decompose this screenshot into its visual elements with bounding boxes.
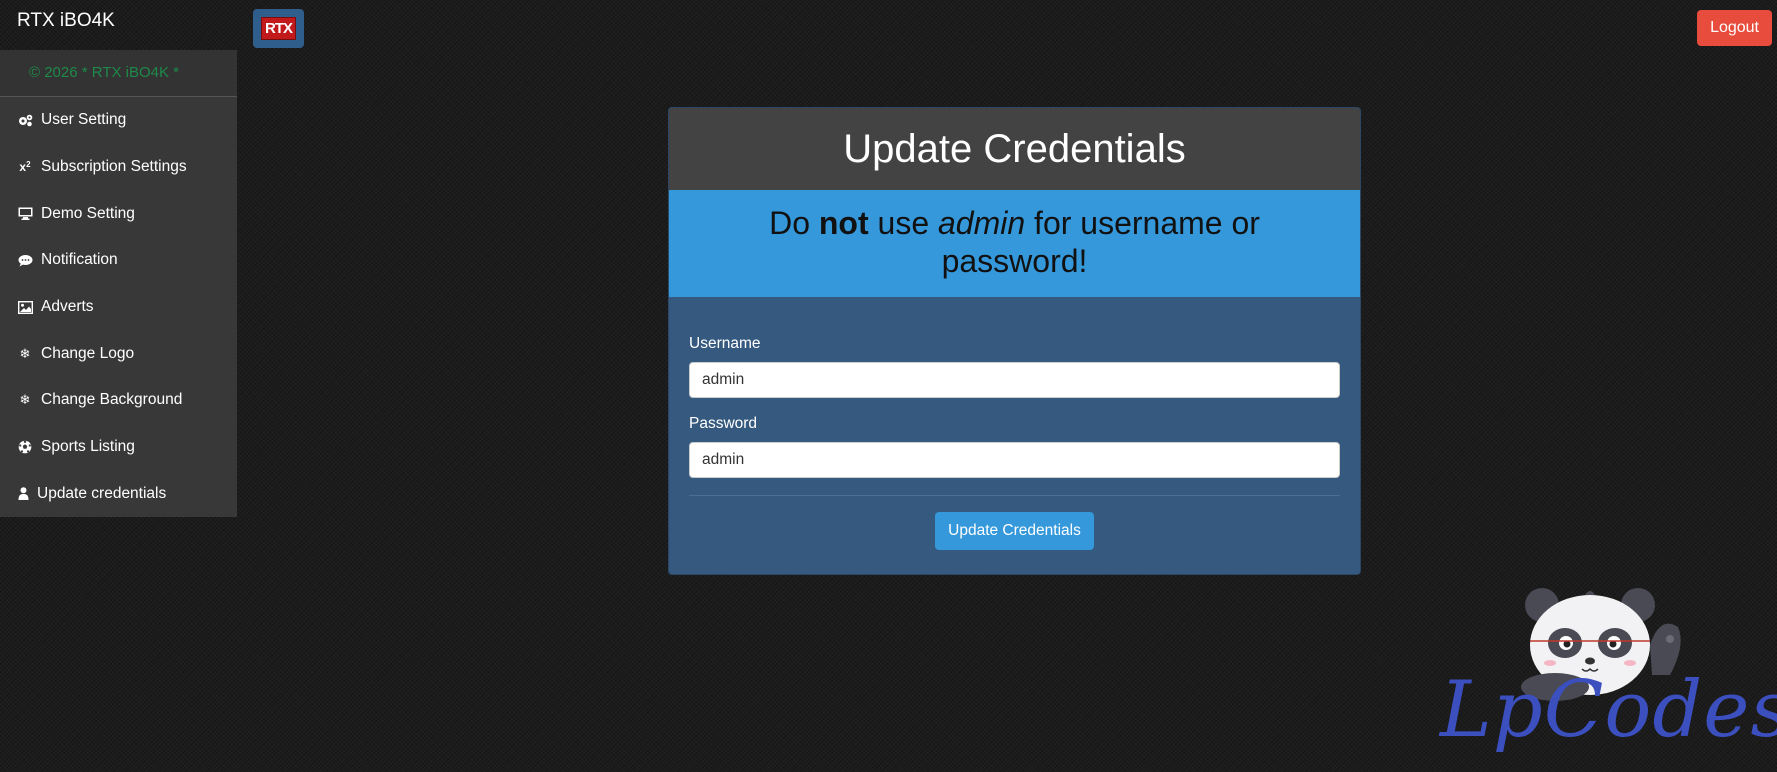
sidebar-item-label: Change Logo	[41, 344, 135, 362]
alert-text-pre: Do	[769, 205, 819, 241]
snowflake-icon: ❄	[19, 345, 31, 361]
sidebar-item-label: Notification	[41, 251, 118, 269]
brand-title[interactable]: RTX iBO4K	[17, 10, 115, 32]
sidebar-item-change-logo[interactable]: ❄ Change Logo	[0, 330, 237, 377]
alert-text-bold: not	[818, 205, 869, 241]
sidebar-item-label: Demo Setting	[41, 204, 135, 222]
gears-icon	[17, 114, 33, 127]
user-icon	[17, 487, 29, 501]
sidebar-item-label: Adverts	[41, 298, 94, 316]
sidebar-item-subscription-settings[interactable]: x2 Subscription Settings	[0, 144, 237, 191]
watermark-text: LpCodes	[1440, 665, 1777, 755]
warning-alert: Do not use admin for username or passwor…	[669, 190, 1360, 297]
sidebar-item-label: Subscription Settings	[41, 158, 187, 176]
username-label: Username	[689, 335, 761, 352]
sidebar-item-adverts[interactable]: Adverts	[0, 284, 237, 331]
sidebar-item-label: User Setting	[41, 111, 127, 129]
alert-text-mid: use	[868, 205, 938, 241]
monitor-icon	[17, 207, 33, 221]
password-label: Password	[689, 415, 758, 432]
image-icon	[17, 300, 33, 314]
username-input[interactable]	[689, 362, 1340, 398]
credentials-card: Update Credentials Do not use admin for …	[668, 107, 1361, 575]
password-input[interactable]	[689, 442, 1340, 478]
logo-button[interactable]: RTX	[253, 9, 304, 48]
sidebar: © 2026 * RTX iBO4K * User Setting x2 Sub…	[0, 50, 237, 517]
sidebar-item-demo-setting[interactable]: Demo Setting	[0, 190, 237, 237]
logo-badge: RTX	[261, 17, 296, 40]
sidebar-copyright: © 2026 * RTX iBO4K *	[0, 50, 237, 97]
logout-button[interactable]: Logout	[1697, 10, 1772, 46]
sidebar-item-label: Sports Listing	[41, 438, 135, 456]
sidebar-item-label: Update credentials	[37, 484, 167, 502]
sidebar-item-label: Change Background	[41, 391, 183, 409]
card-title: Update Credentials	[669, 108, 1360, 190]
sidebar-item-change-background[interactable]: ❄ Change Background	[0, 377, 237, 424]
snowflake-icon: ❄	[19, 392, 31, 408]
sidebar-item-user-setting[interactable]: User Setting	[0, 97, 237, 144]
form-divider	[689, 495, 1340, 496]
subscript-icon: x2	[19, 160, 31, 175]
chat-bubble-icon	[17, 254, 33, 267]
update-credentials-button[interactable]: Update Credentials	[935, 512, 1094, 550]
alert-text-italic: admin	[938, 205, 1026, 241]
sidebar-item-update-credentials[interactable]: Update credentials	[0, 471, 237, 518]
watermark: LpCodes	[1430, 575, 1777, 765]
sidebar-item-notification[interactable]: Notification	[0, 237, 237, 284]
sidebar-item-sports-listing[interactable]: Sports Listing	[0, 424, 237, 471]
credentials-form: Username Password Update Credentials	[669, 297, 1360, 550]
soccer-ball-icon	[17, 440, 33, 454]
